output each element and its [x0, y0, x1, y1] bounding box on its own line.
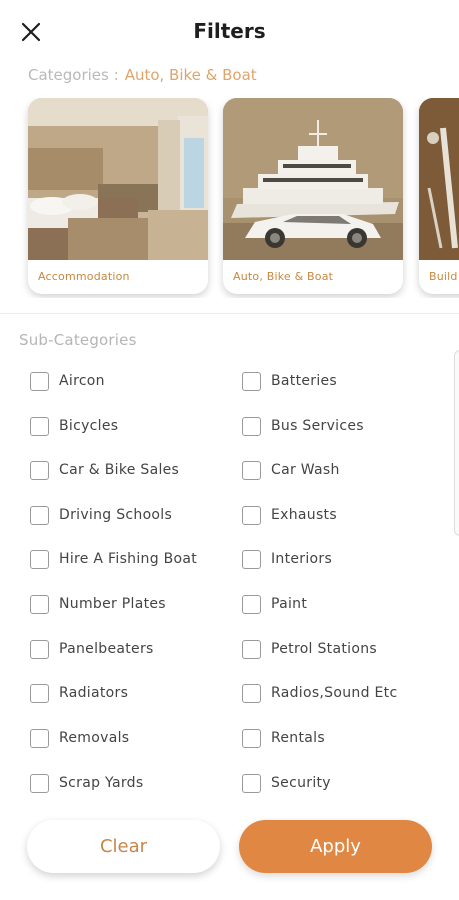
- subcategory-label: Rentals: [271, 730, 325, 746]
- section-divider: [0, 313, 459, 314]
- subcategory-label: Security: [271, 775, 331, 791]
- checkbox[interactable]: [242, 416, 261, 436]
- subcategory-label: Aircon: [59, 373, 105, 389]
- subcategory-label: Bicycles: [59, 418, 119, 434]
- card-caption: Build: [429, 270, 458, 283]
- subcategory-label: Car & Bike Sales: [59, 462, 180, 478]
- checkbox[interactable]: [30, 683, 49, 703]
- checkbox[interactable]: [242, 773, 261, 793]
- subcategory-item[interactable]: Radiators: [30, 681, 128, 705]
- checkbox[interactable]: [30, 728, 49, 748]
- subcategory-label: Petrol Stations: [271, 641, 377, 657]
- checkbox[interactable]: [242, 594, 261, 614]
- checkbox[interactable]: [242, 683, 261, 703]
- checkbox[interactable]: [30, 639, 49, 659]
- checkbox[interactable]: [30, 371, 49, 391]
- subcategory-item[interactable]: Bus Services: [242, 414, 364, 438]
- subcategory-item[interactable]: Hire A Fishing Boat: [30, 547, 197, 571]
- checkbox[interactable]: [30, 505, 49, 525]
- checkbox[interactable]: [242, 549, 261, 569]
- subcategory-item[interactable]: Petrol Stations: [242, 637, 377, 661]
- subcategory-label: Scrap Yards: [59, 775, 144, 791]
- subcategory-label: Bus Services: [271, 418, 364, 434]
- checkbox[interactable]: [30, 460, 49, 480]
- subcategory-item[interactable]: Driving Schools: [30, 503, 172, 527]
- apply-button[interactable]: Apply: [239, 820, 432, 873]
- checkbox[interactable]: [242, 371, 261, 391]
- category-card-accommodation[interactable]: Accommodation: [28, 98, 208, 294]
- checkbox[interactable]: [30, 594, 49, 614]
- card-caption: Auto, Bike & Boat: [233, 270, 334, 283]
- subcategory-item[interactable]: Interiors: [242, 547, 332, 571]
- subcategory-item[interactable]: Car & Bike Sales: [30, 458, 179, 482]
- categories-label: Categories :: [28, 66, 119, 84]
- selected-categories: Categories : Auto, Bike & Boat: [28, 66, 257, 84]
- checkbox[interactable]: [30, 416, 49, 436]
- subcategory-item[interactable]: Rentals: [242, 726, 325, 750]
- category-card-build[interactable]: Build: [419, 98, 459, 294]
- checkbox[interactable]: [30, 549, 49, 569]
- subcategory-item[interactable]: Scrap Yards: [30, 771, 143, 795]
- card-caption: Accommodation: [38, 270, 130, 283]
- checkbox[interactable]: [242, 728, 261, 748]
- tools-photo: [419, 98, 459, 260]
- close-icon[interactable]: [16, 17, 46, 47]
- subcategory-item[interactable]: Paint: [242, 592, 307, 616]
- subcategory-label: Exhausts: [271, 507, 337, 523]
- subcategory-item[interactable]: Radios,Sound Etc: [242, 681, 397, 705]
- page-title: Filters: [193, 19, 266, 43]
- subcategory-item[interactable]: Aircon: [30, 369, 105, 393]
- subcategory-item[interactable]: Exhausts: [242, 503, 337, 527]
- category-carousel[interactable]: Accommodation Auto, Bike & Boat Build: [0, 98, 459, 298]
- subcategory-item[interactable]: Panelbeaters: [30, 637, 154, 661]
- subcategory-label: Paint: [271, 596, 308, 612]
- checkbox[interactable]: [242, 505, 261, 525]
- subcategory-label: Car Wash: [271, 462, 340, 478]
- subcategory-label: Panelbeaters: [59, 641, 154, 657]
- categories-value: Auto, Bike & Boat: [124, 66, 257, 84]
- subcategory-item[interactable]: Batteries: [242, 369, 337, 393]
- subcategory-label: Interiors: [271, 551, 333, 567]
- subcategory-label: Driving Schools: [59, 507, 173, 523]
- subcategory-item[interactable]: Number Plates: [30, 592, 166, 616]
- subcategory-label: Removals: [59, 730, 130, 746]
- subcategory-item[interactable]: Security: [242, 771, 331, 795]
- bedroom-photo: [28, 98, 208, 260]
- subcategory-item[interactable]: Car Wash: [242, 458, 340, 482]
- subcategory-label: Hire A Fishing Boat: [59, 551, 198, 567]
- subcategory-label: Radiators: [59, 685, 129, 701]
- checkbox[interactable]: [30, 773, 49, 793]
- yacht-and-car-photo: [223, 98, 403, 260]
- scroll-indicator[interactable]: [454, 350, 459, 536]
- footer-bar: Clear Apply: [0, 800, 459, 900]
- clear-button[interactable]: Clear: [27, 820, 220, 873]
- subcategory-item[interactable]: Removals: [30, 726, 129, 750]
- subcategories-title: Sub-Categories: [19, 331, 137, 349]
- checkbox[interactable]: [242, 460, 261, 480]
- subcategory-item[interactable]: Bicycles: [30, 414, 118, 438]
- subcategory-label: Radios,Sound Etc: [271, 685, 398, 701]
- header-bar: Filters: [0, 0, 459, 62]
- subcategory-label: Number Plates: [59, 596, 166, 612]
- category-card-auto-bike-boat[interactable]: Auto, Bike & Boat: [223, 98, 403, 294]
- checkbox[interactable]: [242, 639, 261, 659]
- subcategory-label: Batteries: [271, 373, 338, 389]
